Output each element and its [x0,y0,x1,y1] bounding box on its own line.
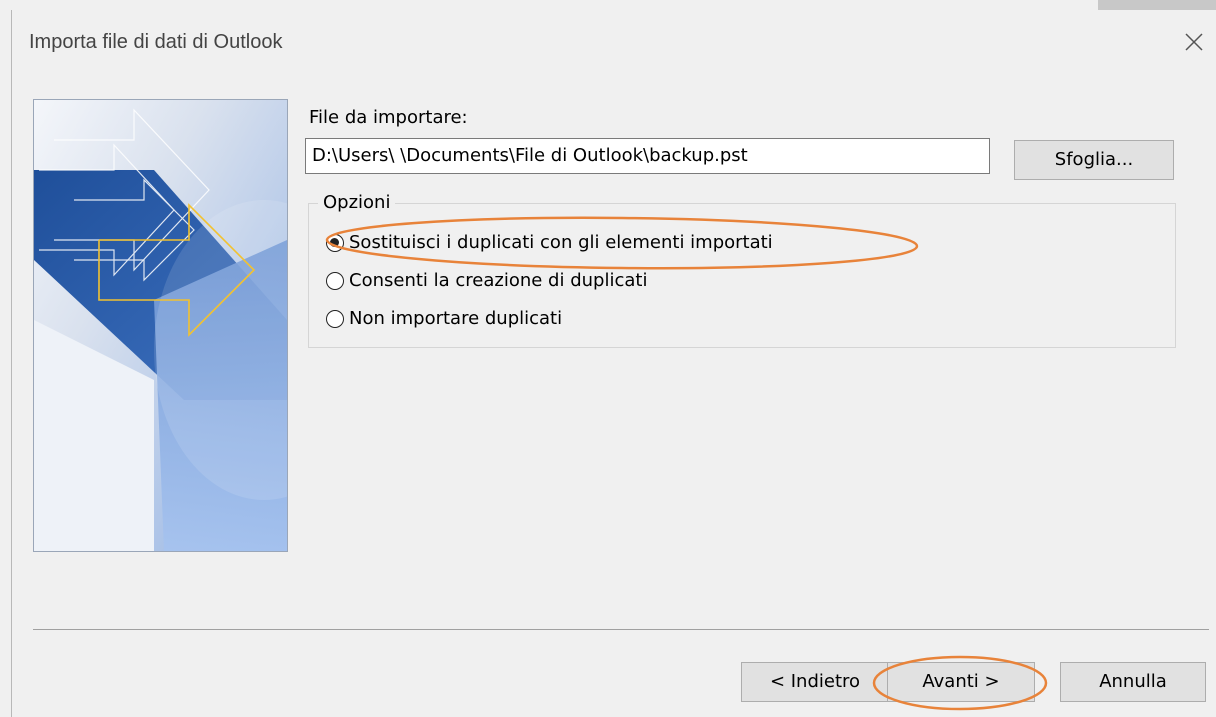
dialog-title: Importa file di dati di Outlook [29,31,283,53]
close-button[interactable] [1180,28,1208,56]
file-path-input[interactable]: D:\Users\ \Documents\File di Outlook\bac… [305,138,990,174]
background-window-strip [0,0,1216,10]
option-label: Non importare duplicati [349,308,563,329]
radio-selected-icon[interactable] [326,233,344,252]
options-legend: Opzioni [318,192,396,213]
file-to-import-label: File da importare: [309,107,468,128]
option-replace-duplicates[interactable]: Sostituisci i duplicati con gli elementi… [326,232,773,253]
background-window-shade [1098,0,1216,10]
footer-separator [33,629,1209,630]
import-arrows-illustration [34,100,287,551]
wizard-graphic [33,99,288,552]
option-label: Consenti la creazione di duplicati [349,270,648,291]
close-icon [1185,33,1203,51]
back-button[interactable]: < Indietro [741,662,889,702]
radio-unselected-icon[interactable] [326,309,344,328]
next-button[interactable]: Avanti > [887,662,1035,702]
option-no-duplicates[interactable]: Non importare duplicati [326,308,562,329]
browse-button[interactable]: Sfoglia... [1014,140,1174,180]
radio-unselected-icon[interactable] [326,271,344,290]
cancel-button[interactable]: Annulla [1060,662,1206,702]
option-label: Sostituisci i duplicati con gli elementi… [349,232,773,253]
option-allow-duplicates[interactable]: Consenti la creazione di duplicati [326,270,647,291]
